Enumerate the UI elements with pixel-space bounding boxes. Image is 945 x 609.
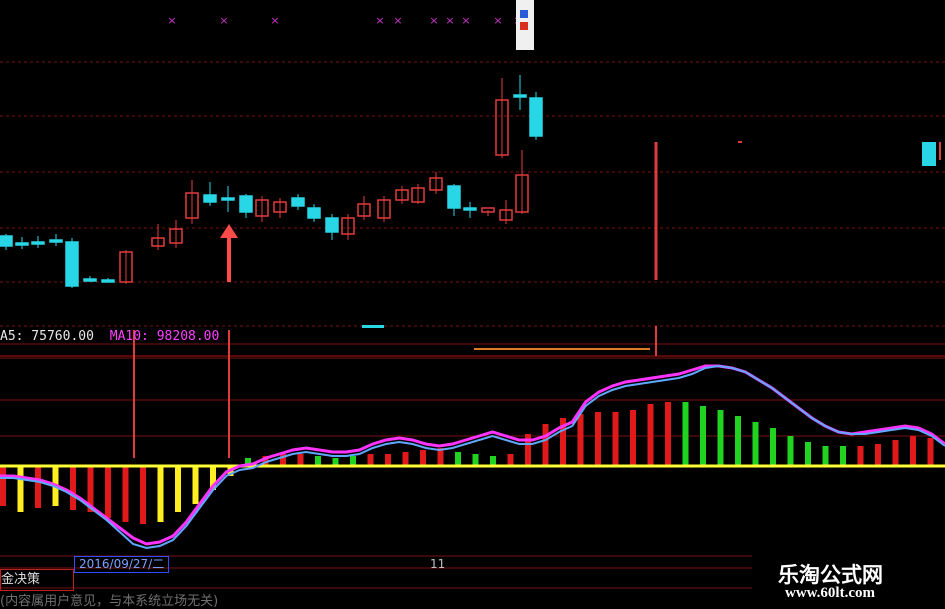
candle-body xyxy=(922,142,936,166)
macd-bar xyxy=(822,446,829,466)
macd-bar xyxy=(647,404,654,466)
ma5-value: A5: 75760.00 xyxy=(0,329,94,344)
volume-bar xyxy=(362,325,384,328)
macd-bar xyxy=(875,444,881,466)
formula-tab[interactable]: 金决策 xyxy=(0,569,74,591)
popup-tool-icon xyxy=(520,10,528,30)
macd-bar xyxy=(297,454,304,466)
macd-bar xyxy=(630,410,636,466)
disclaimer-text: (内容属用户意见，与本系统立场无关) xyxy=(0,594,219,609)
candle-body xyxy=(83,278,97,282)
candle-body xyxy=(0,235,13,247)
signal-marker: × xyxy=(270,14,279,27)
axis-tick-label: 11 xyxy=(430,557,446,571)
macd-bar xyxy=(892,440,899,466)
crosshair-date-label: 2016/09/27/二 xyxy=(74,556,170,573)
candle-body xyxy=(463,207,477,211)
macd-bar xyxy=(770,428,776,466)
candle-body xyxy=(101,279,115,283)
signal-marker: × xyxy=(429,14,438,27)
macd-bar xyxy=(542,424,549,466)
macd-bar xyxy=(105,466,111,518)
ma10-value: MA10: 98208.00 xyxy=(109,329,220,344)
macd-bar xyxy=(157,466,164,522)
macd-bar xyxy=(927,438,934,466)
macd-bar xyxy=(700,406,706,466)
macd-bar xyxy=(140,466,146,524)
macd-bar xyxy=(717,410,724,466)
candle-body xyxy=(31,241,45,245)
ma-readout: A5: 75760.00 MA10: 98208.00 xyxy=(0,329,219,344)
candle-body xyxy=(529,97,543,137)
macd-bar xyxy=(35,466,41,508)
signal-marker: × xyxy=(461,14,470,27)
candle-body xyxy=(325,217,339,233)
candle-body xyxy=(221,197,235,201)
macd-bar xyxy=(840,446,846,466)
candle-body xyxy=(239,195,253,213)
macd-bar xyxy=(122,466,129,522)
candle-body xyxy=(49,239,63,243)
candle-body xyxy=(513,94,527,98)
macd-bar xyxy=(787,436,794,466)
macd-bar xyxy=(857,446,864,466)
macd-bar xyxy=(682,402,689,466)
macd-bar xyxy=(0,466,6,506)
macd-bar xyxy=(455,452,461,466)
stock-chart[interactable]: ×××××××××× xyxy=(0,0,945,609)
macd-bar xyxy=(367,454,374,466)
macd-bar xyxy=(752,422,759,466)
macd-bar xyxy=(192,466,199,504)
macd-bar xyxy=(507,454,514,466)
candle-body xyxy=(447,185,461,209)
macd-bar xyxy=(595,412,601,466)
signal-marker: × xyxy=(393,14,402,27)
macd-bar xyxy=(472,454,479,466)
macd-bar xyxy=(420,450,426,466)
up-arrow-head xyxy=(220,224,238,238)
macd-bar xyxy=(17,466,24,512)
macd-bar xyxy=(402,452,409,466)
macd-bar xyxy=(577,414,584,466)
candle-body xyxy=(291,197,305,207)
signal-marker: × xyxy=(493,14,502,27)
macd-bar xyxy=(805,442,811,466)
signal-marker: × xyxy=(445,14,454,27)
macd-bar xyxy=(910,436,916,466)
signal-marker: × xyxy=(167,14,176,27)
macd-bar xyxy=(735,416,741,466)
watermark-url: www.60lt.com xyxy=(785,585,875,601)
candle-body xyxy=(307,207,321,219)
macd-bar xyxy=(665,402,671,466)
macd-bar xyxy=(175,466,181,512)
macd-bar xyxy=(385,454,391,466)
candle-body xyxy=(65,241,79,287)
candle-body xyxy=(203,194,217,203)
signal-marker: × xyxy=(219,14,228,27)
macd-bar xyxy=(70,466,76,510)
macd-bar xyxy=(612,412,619,466)
candle-body xyxy=(15,242,29,246)
signal-marker: × xyxy=(375,14,384,27)
